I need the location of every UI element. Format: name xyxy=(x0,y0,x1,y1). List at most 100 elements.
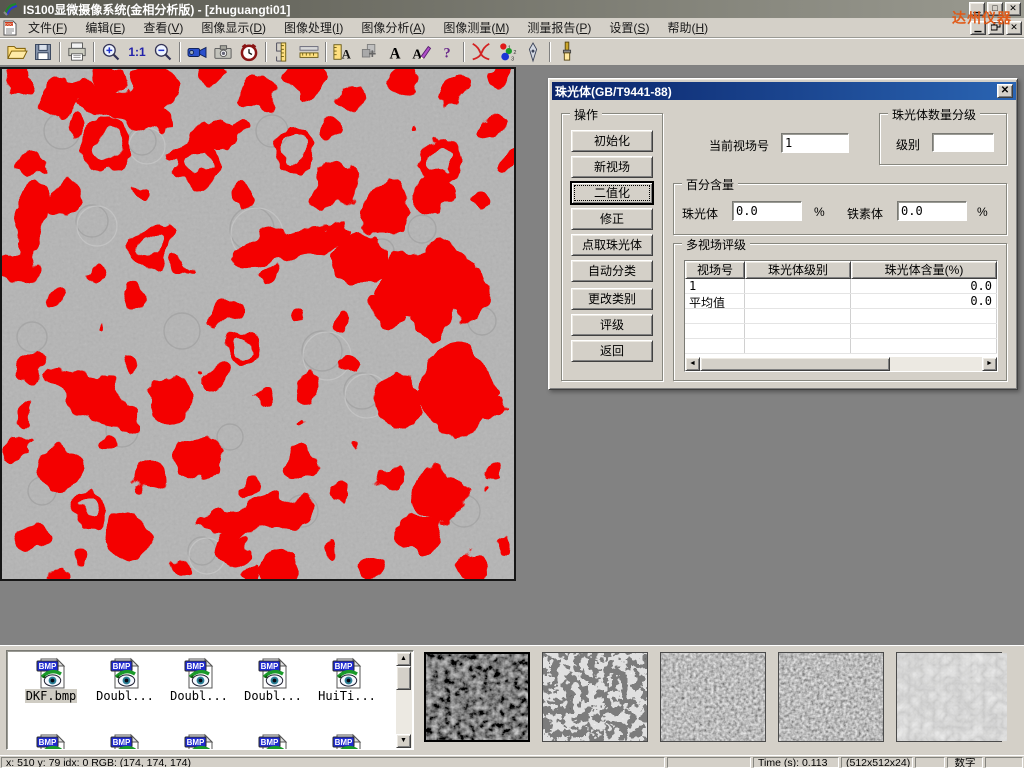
clock-icon[interactable] xyxy=(236,40,262,64)
scrollbar-thumb[interactable] xyxy=(700,357,890,371)
binarize-button[interactable]: 二值化 xyxy=(571,182,653,204)
grade-input[interactable] xyxy=(932,133,994,152)
pearlite-dialog: 珠光体(GB/T9441-88) ✕ 操作 初始化 新视场 二值化 修正 点取珠… xyxy=(548,78,1018,390)
grid-icon[interactable] xyxy=(356,40,382,64)
file-item[interactable]: Doubl... xyxy=(237,657,309,703)
svg-text:DOC: DOC xyxy=(5,22,13,26)
cell-pearlite: 0.0 xyxy=(851,294,997,308)
menu-file[interactable]: 文件(F) xyxy=(19,17,76,38)
col-field-number[interactable]: 视场号 xyxy=(685,261,745,279)
file-item[interactable]: Doubl... xyxy=(89,657,161,703)
table-row[interactable]: 平均值 0.0 xyxy=(685,294,997,309)
gallery-thumbnail[interactable] xyxy=(424,652,530,742)
rate-button[interactable]: 评级 xyxy=(571,314,653,336)
table-row[interactable]: 1 0.0 xyxy=(685,279,997,294)
operation-group-label: 操作 xyxy=(570,106,602,123)
file-name[interactable]: Doubl... xyxy=(243,689,303,703)
file-item[interactable] xyxy=(15,733,87,750)
return-button[interactable]: 返回 xyxy=(571,340,653,362)
metallograph-image[interactable] xyxy=(0,67,516,581)
menu-edit[interactable]: 编辑(E) xyxy=(76,17,134,38)
ferrite-percent-input[interactable] xyxy=(897,201,967,221)
document-icon[interactable]: DOC xyxy=(2,20,19,36)
caliper-icon[interactable] xyxy=(270,40,296,64)
current-field-input[interactable] xyxy=(781,133,849,153)
file-item[interactable] xyxy=(237,733,309,750)
ferrite-unit: % xyxy=(977,205,988,219)
correct-button[interactable]: 修正 xyxy=(571,208,653,230)
file-item[interactable] xyxy=(311,733,383,750)
pen-icon[interactable] xyxy=(520,40,546,64)
initialize-button[interactable]: 初始化 xyxy=(571,130,653,152)
toolbar-separator xyxy=(265,42,267,62)
menu-image-display[interactable]: 图像显示(D) xyxy=(192,17,275,38)
toolbar-separator xyxy=(179,42,181,62)
gallery-thumbnail[interactable] xyxy=(896,652,1002,742)
file-item[interactable]: HuiTi... xyxy=(311,657,383,703)
menu-settings[interactable]: 设置(S) xyxy=(600,17,658,38)
help-icon[interactable]: ? xyxy=(434,40,460,64)
text-icon[interactable]: A xyxy=(382,40,408,64)
camera-icon[interactable] xyxy=(210,40,236,64)
brush-icon[interactable] xyxy=(554,40,580,64)
video-camera-icon[interactable] xyxy=(184,40,210,64)
gallery-thumbnail[interactable] xyxy=(660,652,766,742)
menu-view[interactable]: 查看(V) xyxy=(134,17,192,38)
file-name[interactable]: HuiTi... xyxy=(317,689,377,703)
cell-grade xyxy=(745,294,851,308)
menu-image-processing[interactable]: 图像处理(I) xyxy=(275,17,352,38)
scroll-right-icon[interactable]: ► xyxy=(982,357,997,371)
scroll-up-icon[interactable]: ▲ xyxy=(396,652,411,666)
actual-size-icon[interactable]: 1:1 xyxy=(124,40,150,64)
pick-pearlite-button[interactable]: 点取珠光体 xyxy=(571,234,653,256)
print-icon[interactable] xyxy=(64,40,90,64)
measure-text-icon[interactable]: A xyxy=(330,40,356,64)
gallery-thumbnail[interactable] xyxy=(778,652,884,742)
annotate-icon[interactable]: A xyxy=(408,40,434,64)
vendor-watermark: 达州仪器 xyxy=(952,8,1012,28)
menu-bar: DOC 文件(F) 编辑(E) 查看(V) 图像显示(D) 图像处理(I) 图像… xyxy=(0,18,1024,38)
scroll-down-icon[interactable]: ▼ xyxy=(396,734,411,748)
file-browser-scrollbar[interactable]: ▲ ▼ xyxy=(396,652,412,748)
save-icon[interactable] xyxy=(30,40,56,64)
zoom-in-icon[interactable] xyxy=(98,40,124,64)
status-spacer xyxy=(985,757,1023,768)
menu-image-measure[interactable]: 图像测量(M) xyxy=(434,17,518,38)
toolbar-separator xyxy=(463,42,465,62)
col-ferrite-pct[interactable]: 铁素体含量(%) xyxy=(997,261,998,279)
menu-measure-report[interactable]: 测量报告(P) xyxy=(518,17,600,38)
color-markers-icon[interactable]: 123 xyxy=(494,40,520,64)
table-horizontal-scrollbar[interactable]: ◄ ► xyxy=(685,357,997,371)
file-item[interactable] xyxy=(163,733,235,750)
curve-cut-icon[interactable] xyxy=(468,40,494,64)
auto-classify-button[interactable]: 自动分类 xyxy=(571,260,653,282)
svg-text:?: ? xyxy=(443,45,450,61)
file-name[interactable]: Doubl... xyxy=(95,689,155,703)
col-pearlite-grade[interactable]: 珠光体级别 xyxy=(745,261,851,279)
ruler-icon[interactable] xyxy=(296,40,322,64)
status-bar: x: 510 y: 79 idx: 0 RGB: (174, 174, 174)… xyxy=(0,755,1024,768)
col-pearlite-pct[interactable]: 珠光体含量(%) xyxy=(851,261,997,279)
zoom-out-icon[interactable] xyxy=(150,40,176,64)
menu-help[interactable]: 帮助(H) xyxy=(658,17,717,38)
scrollbar-thumb[interactable] xyxy=(396,666,411,690)
svg-text:3: 3 xyxy=(511,56,514,62)
change-class-button[interactable]: 更改类别 xyxy=(571,288,653,310)
scroll-left-icon[interactable]: ◄ xyxy=(685,357,700,371)
file-item[interactable]: DKF.bmp xyxy=(15,657,87,703)
pearlite-percent-input[interactable] xyxy=(732,201,802,221)
pearlite-label: 珠光体 xyxy=(682,205,718,222)
file-item[interactable]: Doubl... xyxy=(163,657,235,703)
new-field-button[interactable]: 新视场 xyxy=(571,156,653,178)
svg-text:2: 2 xyxy=(513,49,516,55)
file-item[interactable] xyxy=(89,733,161,750)
gallery-thumbnail[interactable] xyxy=(542,652,648,742)
multi-field-group-label: 多视场评级 xyxy=(682,236,750,253)
title-bar: IS100显微摄像系统(金相分析版) - [zhuguangti01] ▁ □ … xyxy=(0,0,1024,18)
file-name[interactable]: Doubl... xyxy=(169,689,229,703)
menu-image-analysis[interactable]: 图像分析(A) xyxy=(352,17,434,38)
file-name[interactable]: DKF.bmp xyxy=(25,689,78,703)
toolbar: 1:1 A A A ? 123 xyxy=(0,38,1024,66)
dialog-close-icon[interactable]: ✕ xyxy=(997,84,1013,98)
open-folder-icon[interactable] xyxy=(4,40,30,64)
